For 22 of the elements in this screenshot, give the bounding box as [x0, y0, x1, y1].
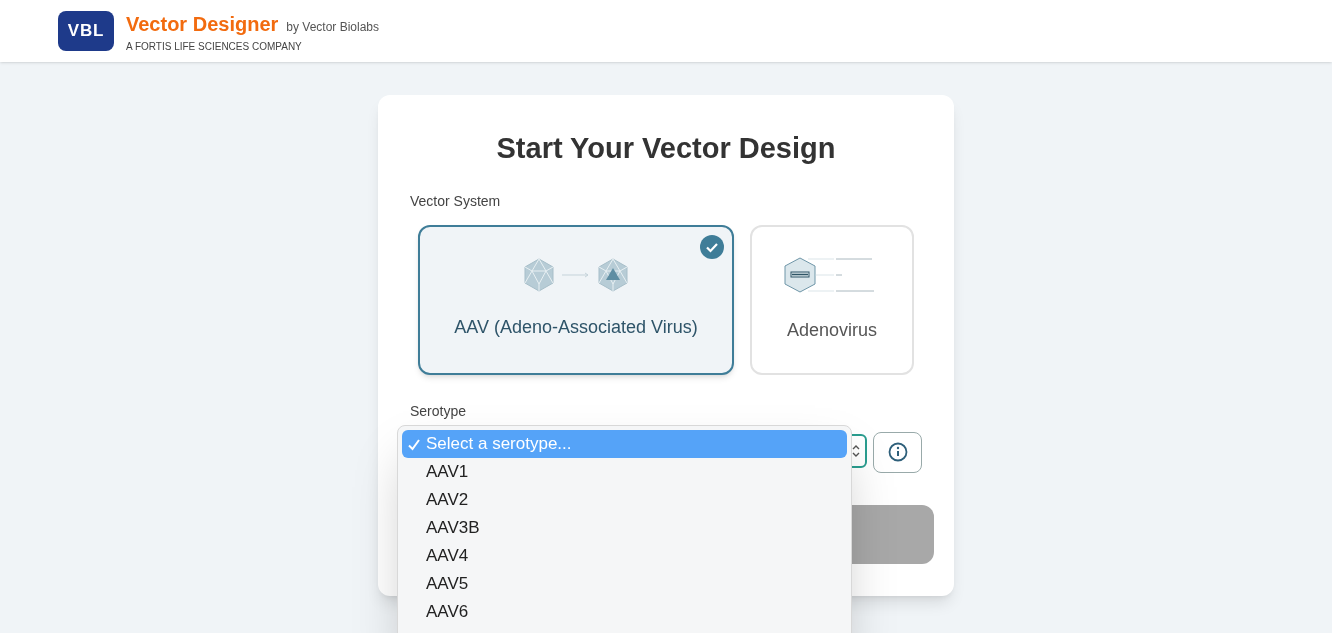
- vector-option-card[interactable]: Adenovirus: [750, 224, 914, 375]
- dropdown-option[interactable]: AAV3B: [402, 514, 847, 542]
- dropdown-option[interactable]: AAV1: [402, 458, 847, 486]
- check-icon: [700, 234, 724, 259]
- dropdown-option[interactable]: AAV4: [402, 542, 847, 570]
- card-title: Start Your Vector Design: [495, 131, 837, 166]
- app-title: Vector Designer: [126, 11, 279, 37]
- field-label: Serotype: [410, 401, 468, 421]
- dropdown-option[interactable]: AAV5: [402, 570, 847, 598]
- check-icon: [407, 437, 421, 452]
- field-label: Vector System: [410, 191, 502, 211]
- arrow-icon: [562, 272, 590, 278]
- capsid-icon: [524, 258, 554, 292]
- byline: by Vector Biolabs: [286, 18, 379, 36]
- tagline: A FORTIS LIFE SCIENCES COMPANY: [126, 39, 303, 54]
- info-button[interactable]: [873, 431, 922, 473]
- capsid-icon: [598, 258, 628, 292]
- dropdown-option[interactable]: AAV6: [402, 598, 847, 626]
- logo[interactable]: VBL: [58, 11, 114, 51]
- info-icon: [887, 442, 908, 462]
- vector-option-card[interactable]: AAV (Adeno-Associated Virus): [418, 224, 734, 375]
- dropdown-option[interactable]: AAV2: [402, 486, 847, 514]
